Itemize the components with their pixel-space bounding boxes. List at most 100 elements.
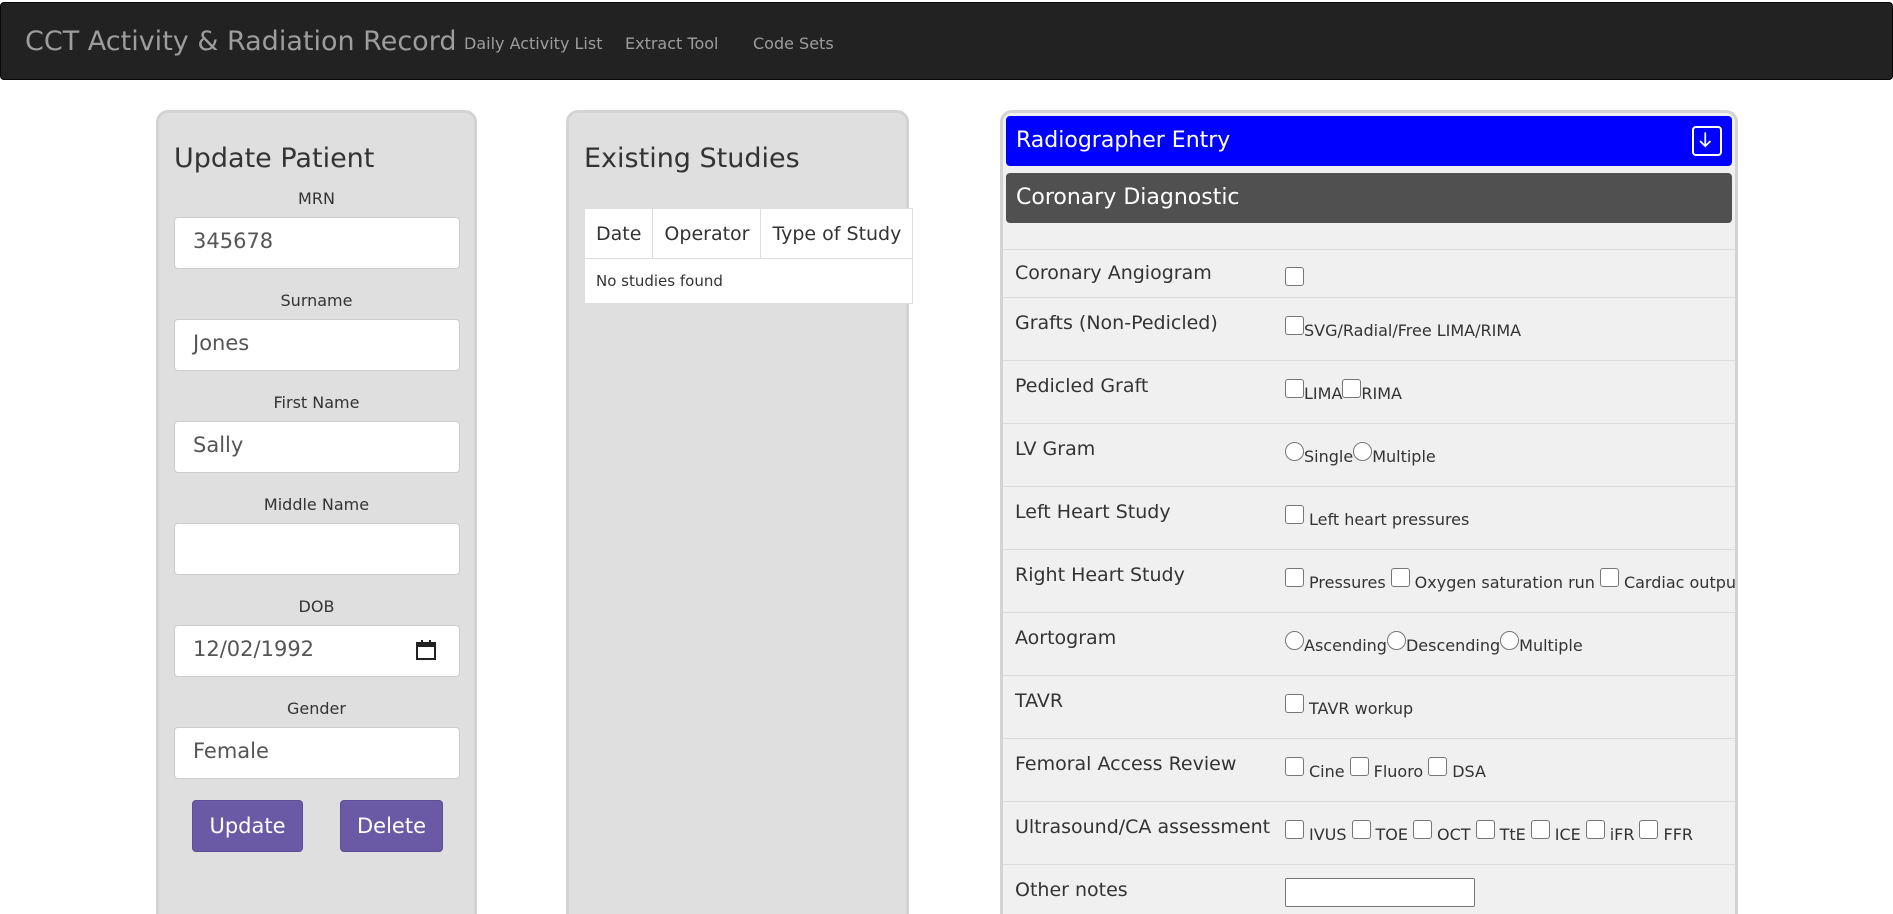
col-date: Date <box>583 208 654 259</box>
row-tavr: TAVR TAVR workup <box>1003 675 1735 738</box>
radiographer-entry-title: Radiographer Entry <box>1016 128 1231 153</box>
option-label: Multiple <box>1372 447 1436 466</box>
ascending-radio[interactable] <box>1285 631 1304 650</box>
left-heart-pressures-checkbox[interactable] <box>1285 505 1304 524</box>
first-name-field[interactable]: Sally <box>174 421 460 473</box>
option-label: Multiple <box>1519 636 1583 655</box>
dob-value: 12/02/1992 <box>193 637 315 661</box>
coronary-angiogram-checkbox[interactable] <box>1285 267 1304 286</box>
radiographer-entry-panel: Radiographer Entry Coronary Diagnostic C… <box>1000 110 1738 914</box>
update-button[interactable]: Update <box>192 800 303 852</box>
option-label: DSA <box>1452 762 1486 781</box>
fluoro-checkbox[interactable] <box>1349 757 1369 776</box>
first-name-value: Sally <box>193 433 244 457</box>
row-aortogram: Aortogram Ascending Descending Multiple <box>1003 612 1735 675</box>
pressures-checkbox[interactable] <box>1285 568 1304 587</box>
option-label: OCT <box>1437 825 1471 844</box>
gender-field[interactable]: Female <box>174 727 460 779</box>
radiographer-entry-header[interactable]: Radiographer Entry <box>1006 116 1732 166</box>
option-label: iFR <box>1609 825 1635 844</box>
option-label: Ascending <box>1304 636 1387 655</box>
option-label: FFR <box>1663 825 1694 844</box>
tte-checkbox[interactable] <box>1475 820 1495 839</box>
svg-radial-checkbox[interactable] <box>1285 316 1304 335</box>
middle-name-field[interactable] <box>174 523 460 575</box>
dsa-checkbox[interactable] <box>1428 757 1448 776</box>
row-coronary-angiogram: Coronary Angiogram <box>1003 249 1735 297</box>
row-left-heart-study: Left Heart Study Left heart pressures <box>1003 486 1735 549</box>
lv-multiple-radio[interactable] <box>1353 442 1373 461</box>
studies-table: Date Operator Type of Study No studies f… <box>583 208 914 304</box>
rima-checkbox[interactable] <box>1342 379 1362 398</box>
navbar: CCT Activity & Radiation Record Daily Ac… <box>0 2 1893 80</box>
row-label: Right Heart Study <box>1015 564 1185 586</box>
gender-label: Gender <box>287 699 346 718</box>
studies-header-row: Date Operator Type of Study <box>583 208 914 259</box>
toe-checkbox[interactable] <box>1351 820 1371 839</box>
row-right-heart-study: Right Heart Study Pressures Oxygen satur… <box>1003 549 1735 612</box>
col-operator: Operator <box>652 208 762 259</box>
row-pedicled-graft: Pedicled Graft LIMA RIMA <box>1003 360 1735 423</box>
nav-code-sets[interactable]: Code Sets <box>753 34 834 53</box>
option-label: Descending <box>1405 636 1501 655</box>
option-label: Single <box>1304 447 1354 466</box>
surname-label: Surname <box>280 291 353 310</box>
nav-extract-tool[interactable]: Extract Tool <box>625 34 718 53</box>
other-notes-input[interactable] <box>1285 878 1475 907</box>
app-brand[interactable]: CCT Activity & Radiation Record <box>25 26 456 57</box>
mrn-field[interactable]: 345678 <box>174 217 460 269</box>
first-name-label: First Name <box>273 393 360 412</box>
delete-button[interactable]: Delete <box>340 800 443 852</box>
col-type-of-study: Type of Study <box>760 208 914 259</box>
arrow-down-icon[interactable] <box>1692 126 1722 156</box>
option-label: Left heart pressures <box>1309 510 1470 529</box>
tavr-workup-checkbox[interactable] <box>1285 694 1304 713</box>
surname-field[interactable]: Jones <box>174 319 460 371</box>
gender-value: Female <box>193 739 269 763</box>
coronary-diagnostic-title: Coronary Diagnostic <box>1016 185 1240 210</box>
lima-checkbox[interactable] <box>1285 379 1304 398</box>
descending-radio[interactable] <box>1386 631 1406 650</box>
option-label: Fluoro <box>1373 762 1424 781</box>
row-label: Coronary Angiogram <box>1015 262 1212 284</box>
ice-checkbox[interactable] <box>1530 820 1550 839</box>
row-ultrasound-ca-assessment: Ultrasound/CA assessment IVUS TOE OCT Tt… <box>1003 801 1735 864</box>
no-studies-message: No studies found <box>583 258 914 304</box>
calendar-icon[interactable] <box>415 639 437 661</box>
cine-checkbox[interactable] <box>1285 757 1304 776</box>
dob-field[interactable]: 12/02/1992 <box>174 625 460 677</box>
coronary-diagnostic-section[interactable]: Coronary Diagnostic <box>1006 173 1732 223</box>
cardiac-output-checkbox[interactable] <box>1599 568 1619 587</box>
row-label: Femoral Access Review <box>1015 753 1237 775</box>
dob-label: DOB <box>298 597 335 616</box>
aortogram-multiple-radio[interactable] <box>1500 631 1520 650</box>
ifr-checkbox[interactable] <box>1585 820 1605 839</box>
row-label: Other notes <box>1015 879 1128 901</box>
row-label: Aortogram <box>1015 627 1117 649</box>
oct-checkbox[interactable] <box>1413 820 1433 839</box>
middle-name-label: Middle Name <box>263 495 370 514</box>
option-label: Oxygen saturation run <box>1414 573 1595 592</box>
lv-single-radio[interactable] <box>1285 442 1304 461</box>
existing-studies-panel: Existing Studies Date Operator Type of S… <box>566 110 914 914</box>
row-lv-gram: LV Gram Single Multiple <box>1003 423 1735 486</box>
nav-daily-activity-list[interactable]: Daily Activity List <box>464 34 602 53</box>
option-label: Cine <box>1309 762 1345 781</box>
option-label: LIMA <box>1304 384 1343 403</box>
row-grafts-non-pedicled: Grafts (Non-Pedicled) SVG/Radial/Free LI… <box>1003 297 1735 360</box>
row-label: Ultrasound/CA assessment <box>1015 816 1271 838</box>
oxygen-saturation-checkbox[interactable] <box>1390 568 1410 587</box>
ivus-checkbox[interactable] <box>1285 820 1304 839</box>
row-label: Grafts (Non-Pedicled) <box>1015 312 1218 334</box>
row-other-notes: Other notes <box>1003 864 1735 914</box>
option-label: TtE <box>1499 825 1526 844</box>
row-label: TAVR <box>1015 690 1064 712</box>
option-label: RIMA <box>1361 384 1402 403</box>
option-label: SVG/Radial/Free LIMA/RIMA <box>1304 321 1522 340</box>
ffr-checkbox[interactable] <box>1639 820 1659 839</box>
row-label: Left Heart Study <box>1015 501 1171 523</box>
table-row: No studies found <box>583 258 914 304</box>
option-label: TAVR workup <box>1309 699 1414 718</box>
update-patient-title: Update Patient <box>174 143 375 174</box>
row-label: LV Gram <box>1015 438 1096 460</box>
